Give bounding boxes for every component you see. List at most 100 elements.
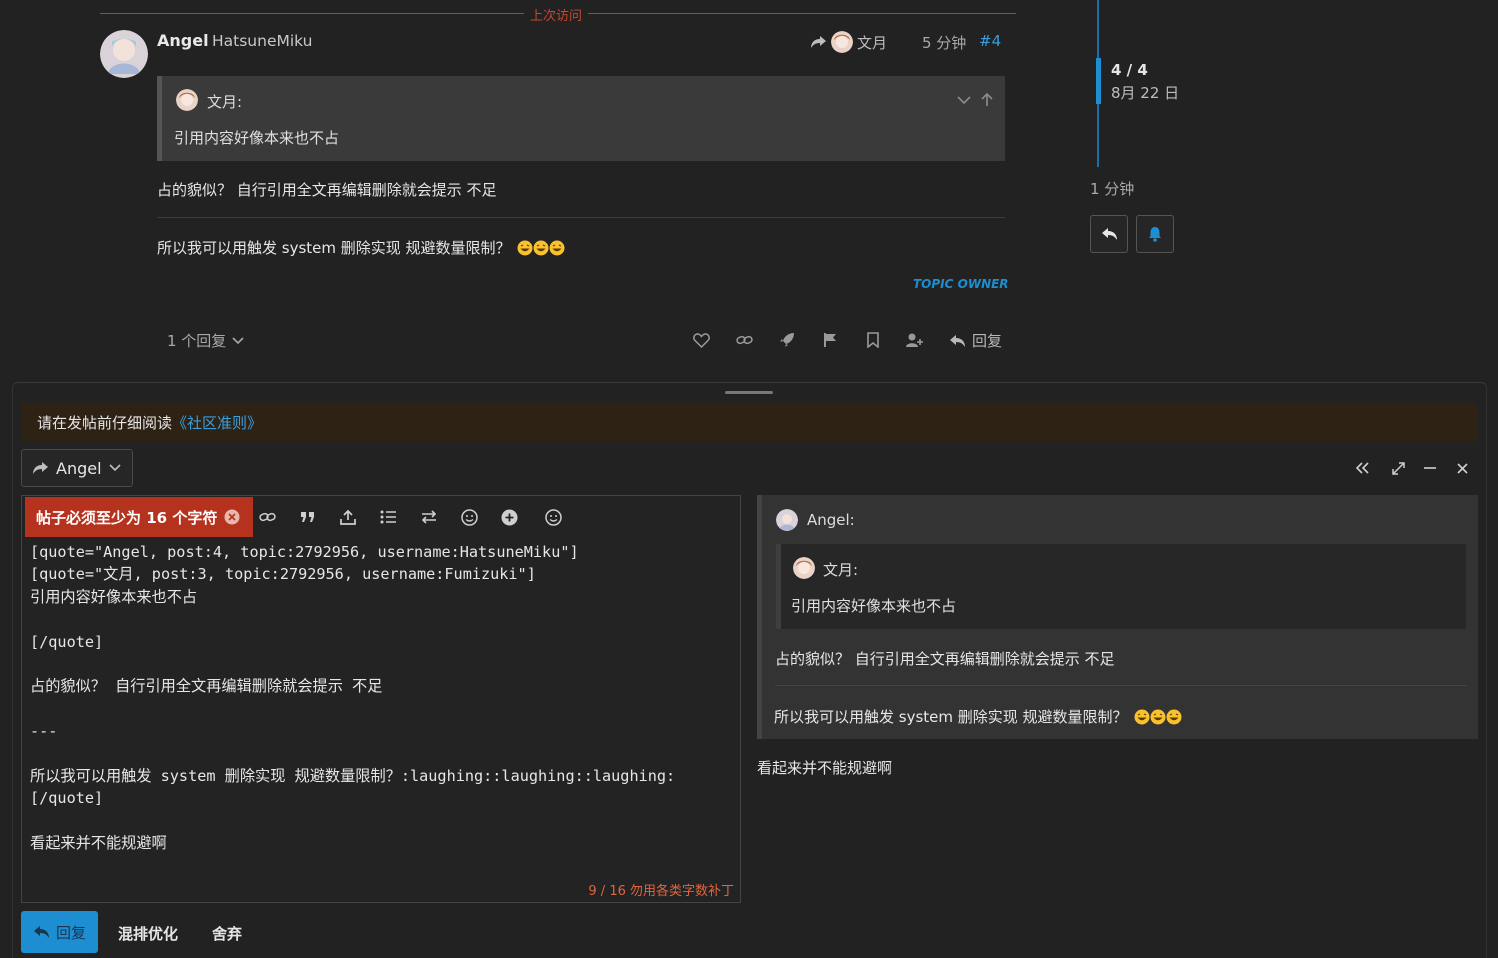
editor-textarea[interactable]: [quote="Angel, post:4, topic:2792956, us… — [30, 541, 738, 861]
close-icon — [1456, 462, 1468, 474]
heart-icon — [692, 332, 710, 348]
toolbar-list-button[interactable] — [377, 507, 399, 527]
expand-icon — [1391, 461, 1405, 475]
laughing-emoji-group — [517, 240, 565, 256]
collapse-preview-button[interactable] — [1352, 459, 1372, 477]
post-username[interactable]: HatsuneMiku — [212, 32, 313, 50]
share-arrow-icon — [32, 461, 49, 475]
post-paragraph-1: 占的貌似？ 自行引用全文再编辑删除就会提示 不足 — [157, 181, 497, 199]
laughing-emoji-icon — [1166, 709, 1182, 724]
laughing-emoji-icon — [517, 240, 533, 255]
toolbar-convert-button[interactable] — [418, 507, 440, 527]
preview-author: Angel: — [807, 511, 855, 529]
editor-line: [quote="Angel, post:4, topic:2792956, us… — [30, 543, 579, 561]
post-separator — [157, 217, 1005, 218]
post-reply-button[interactable]: 回复 — [949, 330, 1002, 351]
quote-jump-up-icon[interactable] — [981, 93, 993, 107]
post-reply-label: 回复 — [972, 332, 1003, 350]
rocket-icon — [779, 332, 795, 348]
share-arrow-icon — [810, 35, 827, 49]
bookmark-button[interactable] — [862, 330, 884, 350]
invite-user-button[interactable] — [904, 330, 926, 350]
reply-icon — [33, 925, 50, 939]
quote-author-avatar — [176, 89, 198, 111]
timeline-reply-button[interactable] — [1090, 215, 1128, 253]
guidelines-link[interactable]: 《社区准则》 — [172, 412, 262, 433]
reply-to-indicator[interactable]: 文月 — [810, 31, 887, 53]
timeline-handle[interactable] — [1096, 58, 1101, 104]
post-paragraph-2-row: 所以我可以用触发 system 删除实现 规避数量限制？ — [157, 237, 565, 258]
close-composer-button[interactable] — [1452, 459, 1472, 477]
notification-level-button[interactable] — [1136, 215, 1174, 253]
toolbar-upload-button[interactable] — [337, 507, 359, 527]
community-guidelines-notice: 请在发帖前仔细阅读 《社区准则》 — [21, 403, 1478, 441]
post-display-name[interactable]: Angel — [157, 31, 209, 50]
upload-icon — [340, 509, 356, 525]
editor-line: [/quote] — [30, 789, 104, 808]
laughing-emoji-group — [1134, 709, 1182, 725]
preview-inner-text: 引用内容好像本来也不占 — [791, 597, 957, 615]
preview-paragraph-2: 所以我可以用触发 system 删除实现 规避数量限制？ — [774, 708, 1128, 726]
preview-author-avatar — [776, 509, 798, 531]
double-chevron-left-icon — [1355, 462, 1369, 474]
discard-button[interactable]: 舍弃 — [212, 923, 242, 944]
reply-icon — [1101, 227, 1118, 241]
reply-as-selector[interactable]: Angel — [21, 449, 133, 487]
laughing-emoji-icon — [549, 240, 565, 255]
submit-reply-button[interactable]: 回复 — [21, 911, 98, 953]
toolbar-link-button[interactable] — [256, 507, 278, 527]
preview-paragraph-2-row: 所以我可以用触发 system 删除实现 规避数量限制？ — [774, 706, 1182, 727]
post-number[interactable]: #4 — [979, 32, 1001, 50]
dismiss-error-button[interactable] — [224, 509, 240, 525]
copy-link-button[interactable] — [733, 330, 755, 350]
editor-line: 引用内容好像本来也不占 — [30, 587, 198, 606]
flag-button[interactable] — [819, 330, 841, 350]
reply-to-avatar — [831, 31, 853, 53]
post-author-avatar[interactable] — [100, 30, 148, 78]
toolbar-reaction-button[interactable] — [542, 507, 564, 527]
timeline-last-time[interactable]: 1 分钟 — [1090, 178, 1134, 199]
laughing-emoji-icon — [1134, 709, 1150, 724]
laughing-emoji-icon — [1150, 709, 1166, 724]
timeline-progress[interactable]: 4 / 4 — [1111, 61, 1148, 79]
minus-icon — [1424, 467, 1436, 469]
post-time[interactable]: 5 分钟 — [922, 32, 966, 53]
user-plus-icon — [906, 333, 924, 348]
min-length-error-chip: 帖子必须至少为 16 个字符 — [25, 497, 253, 537]
preview-paragraph-1: 占的貌似？ 自行引用全文再编辑删除就会提示 不足 — [775, 650, 1115, 668]
like-button[interactable] — [690, 330, 712, 350]
editor-line: 所以我可以用触发 system 删除实现 规避数量限制？:laughing::l… — [30, 767, 676, 786]
boost-button[interactable] — [776, 330, 798, 350]
toolbar-quote-button[interactable] — [297, 507, 319, 527]
chevron-down-icon — [108, 464, 121, 472]
preview-inner-author: 文月: — [823, 561, 859, 579]
quote-text: 引用内容好像本来也不占 — [174, 129, 340, 147]
composer-resize-grip[interactable] — [725, 391, 773, 394]
timeline-date: 8月 22 日 — [1111, 84, 1180, 102]
error-chip-text: 帖子必须至少为 16 个字符 — [36, 508, 218, 527]
minimize-button[interactable] — [1420, 459, 1440, 477]
fullscreen-button[interactable] — [1388, 459, 1408, 477]
link-icon — [735, 334, 753, 346]
preview-separator — [775, 685, 1467, 686]
reply-as-name: Angel — [56, 458, 102, 478]
plus-circle-icon — [501, 509, 518, 526]
typeset-button[interactable]: 混排优化 — [118, 923, 178, 944]
show-replies-button[interactable]: 1 个回复 — [167, 330, 244, 351]
reply-to-name: 文月 — [857, 33, 888, 52]
editor-line: [quote="文月, post:3, topic:2792956, usern… — [30, 565, 536, 584]
topic-owner-badge: TOPIC OWNER — [913, 277, 1009, 291]
preview-after-text: 看起来并不能规避啊 — [757, 759, 893, 777]
quote-author: 文月: — [207, 93, 243, 111]
toolbar-emoji-button[interactable] — [458, 507, 480, 527]
smile-icon — [460, 508, 478, 526]
toolbar-more-button[interactable] — [498, 507, 520, 527]
bullet-list-icon — [380, 510, 396, 524]
quote-expand-icon[interactable] — [957, 95, 971, 105]
editor-line: --- — [30, 722, 58, 741]
post-quote-block: 文月: 引用内容好像本来也不占 — [157, 76, 1005, 161]
submit-reply-label: 回复 — [55, 923, 86, 942]
